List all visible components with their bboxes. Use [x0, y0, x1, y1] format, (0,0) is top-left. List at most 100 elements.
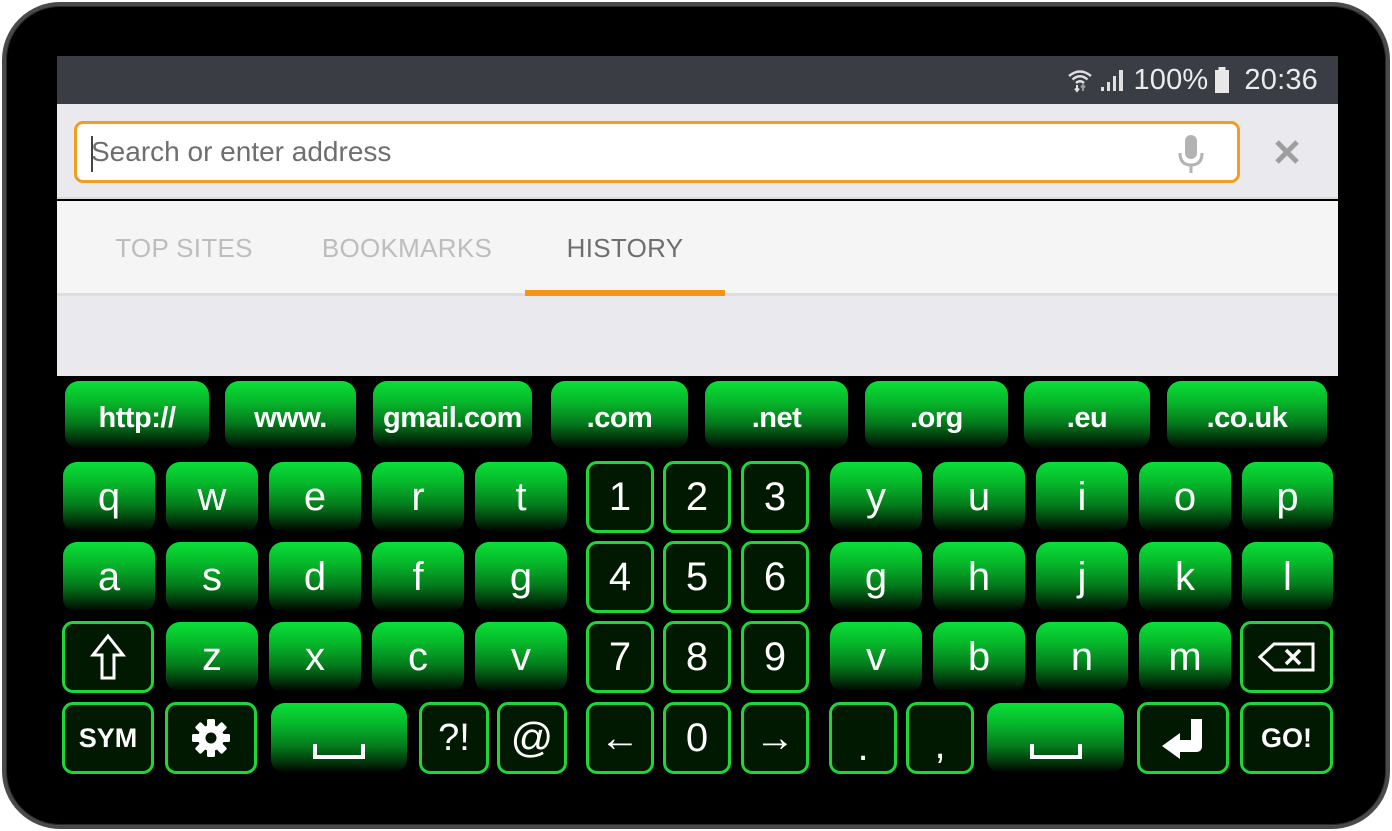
clock: 20:36	[1244, 63, 1318, 96]
key-label: 9	[763, 634, 787, 679]
key-v-right[interactable]: v	[830, 622, 922, 692]
key-www[interactable]: www.	[225, 381, 356, 449]
history-content	[57, 296, 1338, 376]
key-n[interactable]: n	[1036, 622, 1128, 692]
key-x[interactable]: x	[269, 622, 361, 692]
key-i[interactable]: i	[1036, 462, 1128, 532]
key-z[interactable]: z	[166, 622, 258, 692]
key-7[interactable]: 7	[586, 621, 654, 693]
close-icon[interactable]	[1267, 132, 1307, 172]
key-go[interactable]: GO!	[1240, 702, 1333, 774]
key-p[interactable]: p	[1242, 462, 1333, 532]
key-label: y	[866, 474, 886, 519]
tab-history[interactable]: HISTORY	[525, 201, 725, 297]
key-gmail[interactable]: gmail.com	[373, 381, 532, 449]
key-4[interactable]: 4	[586, 541, 654, 613]
tab-bookmarks[interactable]: BOOKMARKS	[307, 201, 507, 296]
space-icon	[312, 715, 366, 761]
key-label: z	[202, 634, 222, 679]
key-label: 1	[608, 474, 632, 519]
key-q[interactable]: q	[63, 462, 155, 532]
key-punctuation[interactable]: ?!	[419, 702, 489, 774]
key-e[interactable]: e	[269, 462, 361, 532]
key-h[interactable]: h	[933, 542, 1025, 612]
text-cursor	[91, 136, 93, 172]
key-g[interactable]: g	[475, 542, 567, 612]
key-2[interactable]: 2	[663, 461, 731, 533]
key-left-arrow[interactable]: ←	[586, 702, 654, 774]
shift-icon	[90, 633, 126, 681]
url-bar-area	[57, 104, 1338, 199]
key-label: SYM	[78, 722, 138, 753]
wifi-icon	[1067, 67, 1093, 93]
key-backspace[interactable]	[1240, 621, 1333, 693]
key-o[interactable]: o	[1139, 462, 1231, 532]
key-label: p	[1276, 474, 1299, 519]
key-label: .eu	[1066, 401, 1108, 434]
tab-top-sites[interactable]: TOP SITES	[99, 201, 269, 296]
key-comma[interactable]: ,	[906, 702, 974, 774]
enter-icon	[1158, 716, 1208, 760]
key-http[interactable]: http://	[65, 381, 209, 449]
tab-label: BOOKMARKS	[321, 233, 493, 263]
key-space-right[interactable]	[987, 703, 1124, 773]
key-m[interactable]: m	[1139, 622, 1231, 692]
key-6[interactable]: 6	[741, 541, 809, 613]
key-l[interactable]: l	[1242, 542, 1333, 612]
key-a[interactable]: a	[63, 542, 155, 612]
key-label: http://	[98, 401, 176, 434]
key-sym[interactable]: SYM	[62, 702, 154, 774]
key-s[interactable]: s	[166, 542, 258, 612]
key-d[interactable]: d	[269, 542, 361, 612]
key-settings[interactable]	[165, 702, 257, 774]
key-label: .org	[910, 401, 963, 434]
key-1[interactable]: 1	[586, 461, 654, 533]
key-g-right[interactable]: g	[830, 542, 922, 612]
key-y[interactable]: y	[830, 462, 922, 532]
key-b[interactable]: b	[933, 622, 1025, 692]
key-f[interactable]: f	[372, 542, 464, 612]
key-v[interactable]: v	[475, 622, 567, 692]
key-enter[interactable]	[1137, 702, 1229, 774]
key-space-left[interactable]	[271, 703, 407, 773]
key-j[interactable]: j	[1036, 542, 1128, 612]
key-label: x	[305, 634, 325, 679]
key-t[interactable]: t	[475, 462, 567, 532]
key-dot-co-uk[interactable]: .co.uk	[1167, 381, 1327, 449]
key-label: g	[509, 554, 533, 599]
key-label: 6	[763, 554, 787, 599]
key-3[interactable]: 3	[741, 461, 809, 533]
key-label: 7	[608, 634, 632, 679]
key-r[interactable]: r	[372, 462, 464, 532]
key-at[interactable]: @	[497, 702, 567, 774]
key-9[interactable]: 9	[741, 621, 809, 693]
key-label: m	[1168, 634, 1202, 679]
key-8[interactable]: 8	[663, 621, 731, 693]
key-dot-org[interactable]: .org	[865, 381, 1008, 449]
key-label: r	[411, 474, 425, 519]
key-shift[interactable]	[62, 621, 154, 693]
key-label: 3	[763, 474, 787, 519]
key-dot-net[interactable]: .net	[705, 381, 848, 449]
key-dot-com[interactable]: .com	[551, 381, 688, 449]
key-label: v	[866, 634, 886, 679]
key-label: 4	[608, 554, 632, 599]
key-5[interactable]: 5	[663, 541, 731, 613]
key-dot-eu[interactable]: .eu	[1024, 381, 1150, 449]
search-box[interactable]	[74, 121, 1240, 183]
key-label: d	[303, 554, 327, 599]
key-u[interactable]: u	[933, 462, 1025, 532]
key-label: a	[97, 554, 121, 599]
key-c[interactable]: c	[372, 622, 464, 692]
search-input[interactable]	[77, 124, 1137, 180]
key-right-arrow[interactable]: →	[741, 702, 809, 774]
key-label: ←	[600, 715, 640, 760]
key-k[interactable]: k	[1139, 542, 1231, 612]
microphone-icon[interactable]	[1173, 133, 1209, 175]
key-w[interactable]: w	[166, 462, 258, 532]
key-0[interactable]: 0	[663, 702, 731, 774]
key-label: 5	[685, 554, 709, 599]
key-period[interactable]: .	[829, 702, 897, 774]
key-label: i	[1077, 474, 1087, 519]
key-label: .com	[586, 401, 653, 434]
